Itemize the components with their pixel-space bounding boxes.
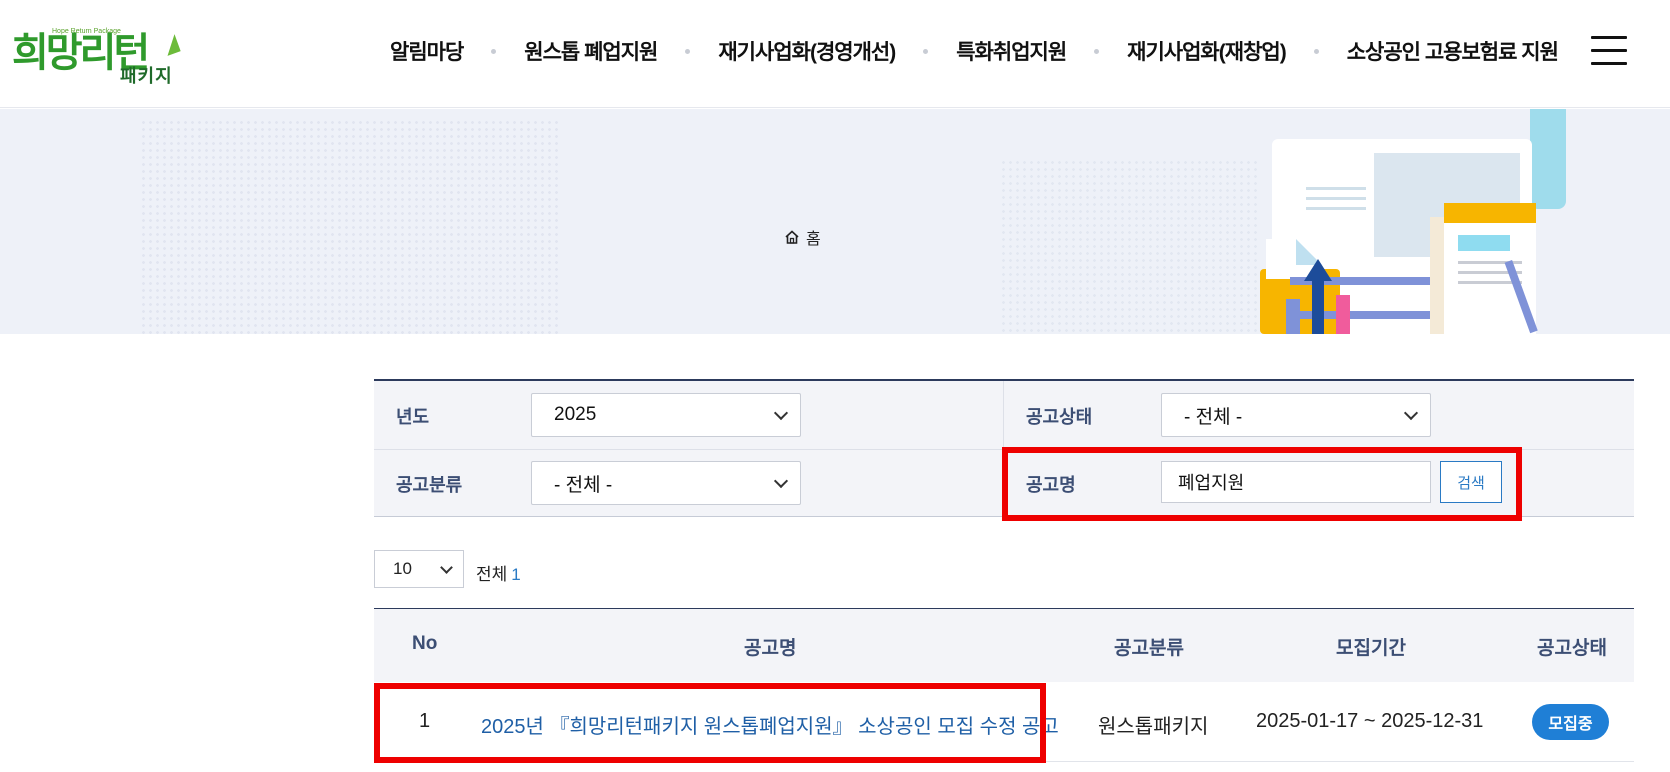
row-period: 2025-01-17 ~ 2025-12-31 xyxy=(1256,710,1484,732)
nav-divider-dot xyxy=(491,48,497,54)
banner-illustration xyxy=(1260,109,1566,334)
site-logo[interactable]: 희망리턴 Hope Return Package 패키지 xyxy=(12,14,182,87)
hamburger-menu-icon[interactable] xyxy=(1591,36,1627,66)
column-header-category: 공고분류 xyxy=(1114,638,1184,659)
column-header-period: 모집기간 xyxy=(1336,638,1406,659)
status-label: 공고상태 xyxy=(1026,407,1093,427)
nav-divider-dot xyxy=(1094,48,1100,54)
highlight-box xyxy=(374,683,1046,763)
chevron-down-icon xyxy=(440,561,453,574)
banner-dot-pattern xyxy=(140,119,560,334)
status-select-value: - 전체 - xyxy=(1184,406,1243,428)
chevron-down-icon xyxy=(773,405,789,421)
main-nav: 알림마당 원스톱 폐업지원 재기사업화(경영개선) 특화취업지원 재기사업화(재… xyxy=(390,36,1559,66)
chevron-down-icon xyxy=(1403,405,1419,421)
logo-tagline: Hope Return Package xyxy=(52,28,121,35)
year-label: 년도 xyxy=(396,407,430,427)
logo-sub-text: 패키지 xyxy=(120,66,173,87)
total-number: 1 xyxy=(511,565,521,584)
table-header: No 공고명 공고분류 모집기간 공고상태 xyxy=(374,608,1634,682)
nav-item-business-improvement[interactable]: 재기사업화(경영개선) xyxy=(718,36,896,66)
highlight-box xyxy=(1002,447,1522,521)
nav-divider-dot xyxy=(1313,48,1319,54)
banner-dot-pattern xyxy=(1000,159,1260,334)
nav-item-insurance-support[interactable]: 소상공인 고용보험료 지원 xyxy=(1347,36,1559,66)
nav-item-employment-support[interactable]: 특화취업지원 xyxy=(956,36,1067,66)
nav-item-restart-business[interactable]: 재기사업화(재창업) xyxy=(1127,36,1287,66)
breadcrumb: 홈 xyxy=(784,225,821,249)
nav-item-notice[interactable]: 알림마당 xyxy=(390,36,464,66)
row-category: 원스톱패키지 xyxy=(1098,716,1209,738)
breadcrumb-home-link[interactable]: 홈 xyxy=(806,225,821,249)
column-header-status: 공고상태 xyxy=(1537,638,1607,659)
nav-divider-dot xyxy=(923,48,929,54)
chevron-down-icon xyxy=(773,473,789,489)
page-banner: 홈 xyxy=(0,109,1670,334)
status-select[interactable]: - 전체 - xyxy=(1161,393,1431,437)
filter-divider xyxy=(1003,381,1004,449)
category-label: 공고분류 xyxy=(396,475,463,495)
nav-item-closure-support[interactable]: 원스톱 폐업지원 xyxy=(524,36,658,66)
leaf-icon xyxy=(161,34,181,56)
year-select-value: 2025 xyxy=(554,404,597,425)
column-header-title: 공고명 xyxy=(744,638,797,659)
total-count: 전체 1 xyxy=(476,560,521,585)
total-label: 전체 xyxy=(476,565,508,584)
status-badge: 모집중 xyxy=(1532,704,1609,740)
home-icon[interactable] xyxy=(784,230,800,244)
category-select[interactable]: - 전체 - xyxy=(531,461,801,505)
site-header: 희망리턴 Hope Return Package 패키지 알림마당 원스톱 폐업… xyxy=(0,0,1670,108)
filter-row: 년도 2025 공고상태 - 전체 - xyxy=(374,381,1634,449)
category-select-value: - 전체 - xyxy=(554,474,613,496)
page-size-value: 10 xyxy=(393,559,412,578)
nav-divider-dot xyxy=(685,48,691,54)
page-size-select[interactable]: 10 xyxy=(374,550,464,588)
year-select[interactable]: 2025 xyxy=(531,393,801,437)
